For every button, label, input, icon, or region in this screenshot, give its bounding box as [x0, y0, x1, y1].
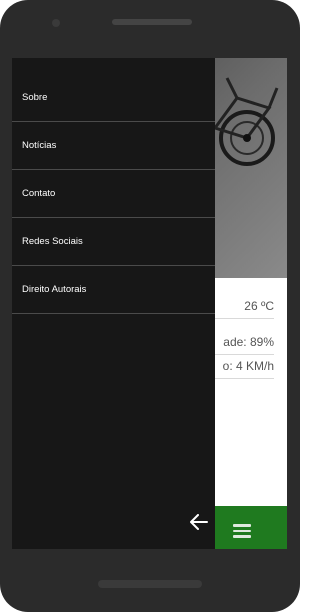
drawer-item-noticias[interactable]: Notícias: [12, 122, 215, 170]
drawer-item-contato[interactable]: Contato: [12, 170, 215, 218]
phone-frame: 26 ºC ade: 89% o: 4 KM/h Sobre Notícias …: [0, 0, 300, 612]
app-screen: 26 ºC ade: 89% o: 4 KM/h Sobre Notícias …: [12, 58, 287, 549]
front-camera: [52, 19, 60, 27]
arrow-left-icon[interactable]: [190, 514, 208, 530]
drawer-item-sobre[interactable]: Sobre: [12, 74, 215, 122]
bicycle-illustration: [212, 77, 279, 166]
earpiece-speaker: [112, 19, 192, 25]
drawer-item-redes-sociais[interactable]: Redes Sociais: [12, 218, 215, 266]
navigation-drawer: Sobre Notícias Contato Redes Sociais Dir…: [12, 58, 215, 549]
hamburger-menu-icon[interactable]: [233, 524, 251, 538]
drawer-item-direito-autorais[interactable]: Direito Autorais: [12, 266, 215, 314]
bottom-speaker: [98, 580, 202, 588]
